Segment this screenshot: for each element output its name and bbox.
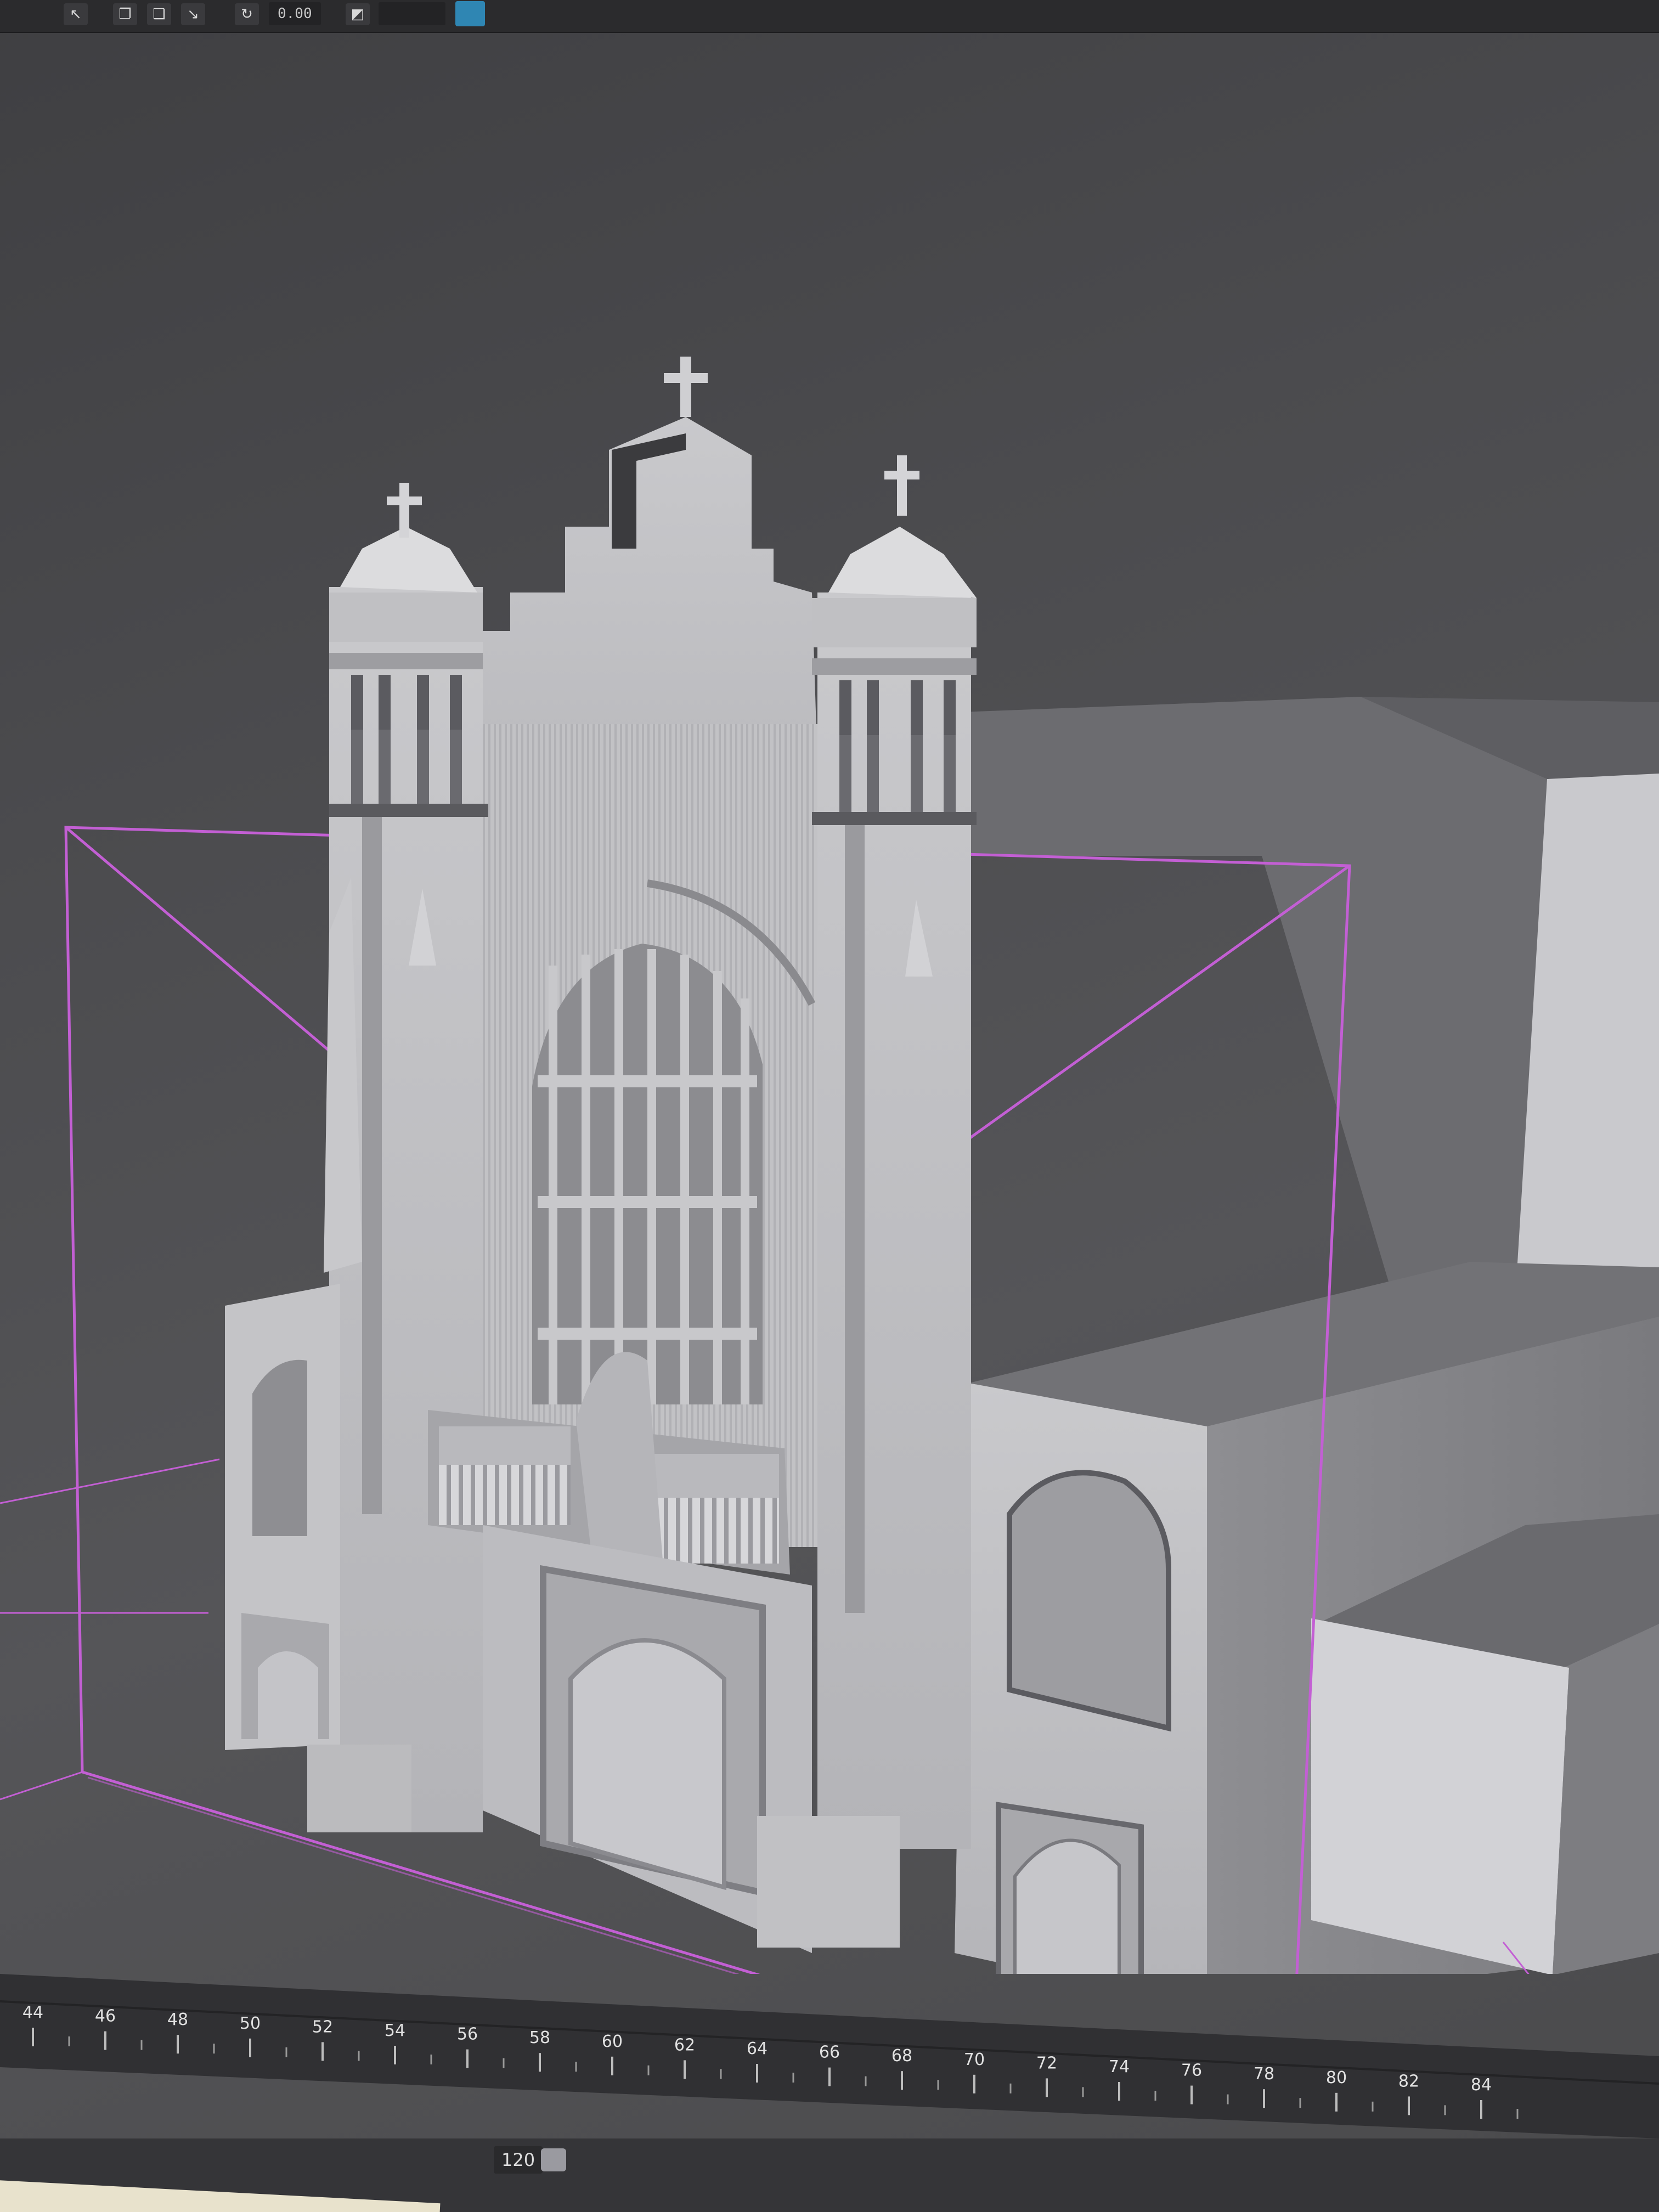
timeline-tick xyxy=(394,2046,396,2064)
time-slider[interactable]: 44 46 48 50 52 54 56 58 60 62 64 66 68 70 72 74 76 78 80 82… xyxy=(0,1974,1659,2138)
timeline-tick xyxy=(32,2028,34,2046)
timeline-subtick xyxy=(285,2047,287,2057)
timeline-tick xyxy=(1190,2085,1193,2104)
timeline-tick xyxy=(104,2031,106,2050)
background-building xyxy=(933,697,1659,1317)
timeline-tick-label: 66 xyxy=(819,2043,840,2062)
timeline-tick xyxy=(321,2042,324,2061)
timeline-tick-label: 44 xyxy=(22,2003,43,2022)
right-tower xyxy=(812,455,977,1849)
timeline-tick-label: 52 xyxy=(312,2017,333,2036)
viewport-canvas xyxy=(0,357,1659,1974)
timeline-tick xyxy=(901,2071,903,2090)
timeline-tick xyxy=(828,2067,831,2086)
copy-icon[interactable]: ❐ xyxy=(113,3,137,25)
timeline-tick-label: 54 xyxy=(385,2021,405,2040)
timeline-subtick xyxy=(720,2069,722,2079)
timeline-tick-label: 84 xyxy=(1471,2075,1492,2095)
timeline-subtick xyxy=(1009,2083,1012,2094)
timeline-subtick xyxy=(1444,2105,1446,2115)
timeline-subtick xyxy=(1082,2087,1084,2097)
left-tower-cross xyxy=(387,483,422,538)
timeline-subtick xyxy=(430,2055,432,2064)
timeline-tick-label: 58 xyxy=(529,2028,550,2047)
timeline-subtick xyxy=(1299,2098,1301,2108)
numeric-field[interactable]: 0.00 xyxy=(269,2,321,25)
timeline-tick xyxy=(1480,2100,1482,2119)
lasso-icon[interactable]: ↘ xyxy=(181,3,205,25)
timeline-subtick xyxy=(68,2036,70,2046)
timeline-tick xyxy=(177,2035,179,2054)
timeline-subtick xyxy=(575,2062,577,2072)
center-cross xyxy=(664,357,708,417)
timeline-tick xyxy=(539,2053,541,2072)
paste-icon[interactable]: ❑ xyxy=(147,3,171,25)
timeline-tick-label: 68 xyxy=(891,2046,912,2066)
select-icon[interactable]: ↖ xyxy=(64,3,88,25)
timeline-tick xyxy=(684,2060,686,2079)
timeline-tick xyxy=(1335,2092,1338,2112)
timeline-tick xyxy=(249,2038,251,2057)
active-tool-button[interactable] xyxy=(455,1,485,26)
right-tower-cross xyxy=(884,455,919,516)
timeline-subtick xyxy=(140,2040,143,2050)
timeline-tick-label: 76 xyxy=(1181,2061,1202,2080)
camera-icon[interactable]: ◩ xyxy=(346,3,370,25)
timeline-subtick xyxy=(1516,2109,1519,2119)
timeline-subtick xyxy=(1154,2091,1156,2101)
status-toolbar: ↖ ❐ ❑ ↘ ↻ 0.00 ◩ xyxy=(0,0,1659,33)
timeline-tick xyxy=(1118,2082,1120,2101)
timeline-tick-label: 80 xyxy=(1326,2068,1347,2087)
timeline-subtick xyxy=(937,2080,939,2090)
range-end-field[interactable]: 120 xyxy=(494,2146,543,2174)
timeline-tick xyxy=(1046,2078,1048,2097)
cathedral-model xyxy=(225,357,977,1953)
timeline-tick-label: 60 xyxy=(602,2032,623,2051)
timeline-tick xyxy=(756,2064,758,2083)
timeline-tick-label: 56 xyxy=(457,2025,478,2044)
timeline-tick-label: 70 xyxy=(964,2050,985,2069)
timeline-tick-label: 64 xyxy=(747,2039,768,2058)
timeline-subtick xyxy=(1372,2101,1374,2112)
timeline-tick xyxy=(1408,2096,1410,2115)
range-handle[interactable] xyxy=(541,2148,566,2171)
timeline-subtick xyxy=(792,2073,794,2083)
timeline-tick-label: 72 xyxy=(1036,2053,1057,2073)
timeline-subtick xyxy=(358,2051,360,2061)
timeline-tick-label: 48 xyxy=(167,2010,188,2029)
time-slider-canvas: 44 46 48 50 52 54 56 58 60 62 64 66 68 70 72 74 76 78 80 82… xyxy=(0,1974,1659,2138)
maya-screen: ↖ ❐ ❑ ↘ ↻ 0.00 ◩ 44 46 48 50 52 54 56 58… xyxy=(0,0,1659,2212)
timeline-subtick xyxy=(865,2076,867,2086)
perspective-viewport[interactable] xyxy=(0,32,1659,1974)
timeline-tick xyxy=(611,2056,613,2075)
timeline-subtick xyxy=(503,2058,505,2068)
timeline-tick xyxy=(1263,2089,1265,2108)
timeline-tick-label: 82 xyxy=(1398,2072,1419,2091)
timeline-tick-label: 78 xyxy=(1254,2064,1274,2084)
snap-icon[interactable]: ↻ xyxy=(235,3,259,25)
timeline-subtick xyxy=(1227,2094,1229,2104)
timeline-tick-label: 74 xyxy=(1109,2057,1130,2076)
timeline-tick xyxy=(466,2049,469,2068)
timeline-tick xyxy=(973,2074,975,2094)
timeline-tick-label: 62 xyxy=(674,2035,695,2055)
timeline-subtick xyxy=(647,2065,650,2075)
timeline-tick-label: 50 xyxy=(240,2014,261,2033)
timeline-tick-label: 46 xyxy=(95,2007,116,2026)
left-tower xyxy=(324,483,488,1832)
secondary-field[interactable] xyxy=(379,2,445,25)
timeline-subtick xyxy=(213,2044,215,2054)
